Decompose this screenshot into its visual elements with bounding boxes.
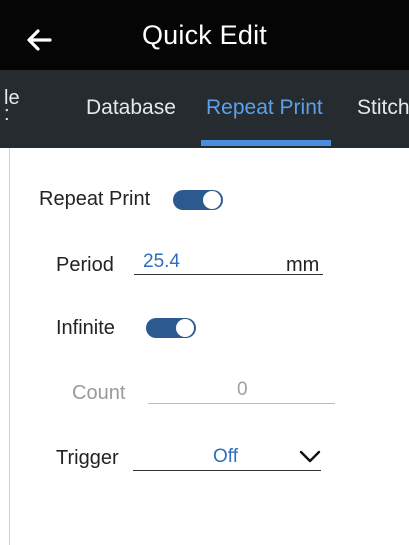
count-input[interactable]: 0 [237, 379, 248, 401]
active-tab-indicator [201, 140, 331, 146]
trigger-select[interactable]: Off [213, 446, 238, 468]
period-input[interactable]: 25.4 [143, 251, 180, 273]
count-label: Count [72, 382, 126, 404]
toggle-knob [176, 319, 194, 337]
tab-repeat-print[interactable]: Repeat Print [206, 96, 323, 120]
tab-bar: le : Database Repeat Print Stitch [0, 70, 409, 148]
period-label: Period [56, 254, 114, 276]
count-field-underline [148, 403, 335, 404]
trigger-label: Trigger [56, 447, 119, 469]
repeat-print-panel: Repeat Print Period 25.4 mm Infinite Cou… [9, 148, 409, 545]
tab-partial-left[interactable]: le : [4, 88, 20, 124]
infinite-label: Infinite [56, 317, 115, 339]
repeat-print-toggle[interactable] [173, 190, 223, 210]
tab-database[interactable]: Database [86, 96, 176, 120]
toggle-knob [203, 191, 221, 209]
period-field-underline [134, 274, 323, 275]
repeat-print-label: Repeat Print [39, 188, 151, 210]
infinite-toggle[interactable] [146, 318, 196, 338]
tab-stitch[interactable]: Stitch [357, 96, 409, 120]
chevron-down-icon[interactable] [299, 450, 321, 464]
trigger-field-underline [133, 470, 321, 471]
app-header: Quick Edit [0, 0, 409, 70]
page-title: Quick Edit [141, 20, 268, 50]
